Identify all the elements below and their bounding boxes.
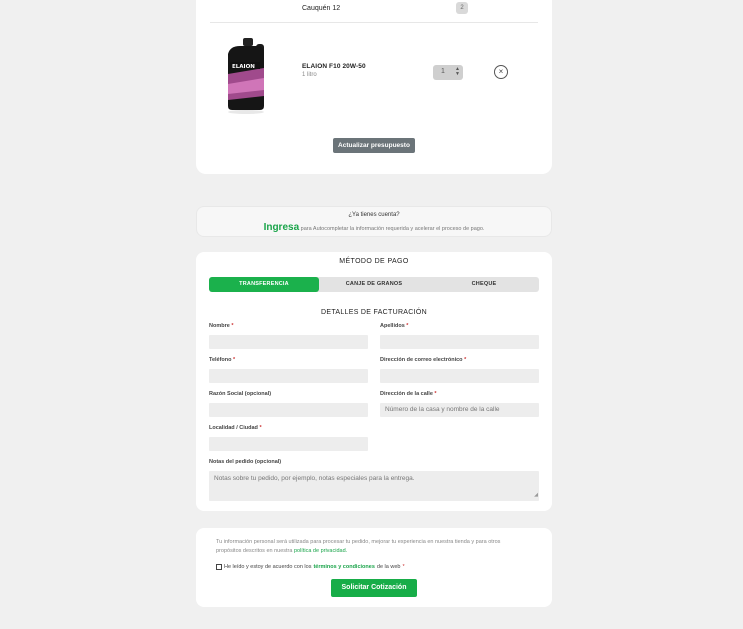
submit-quote-button[interactable]: Solicitar Cotización: [331, 579, 417, 597]
payment-tabs: TRANSFERENCIA CANJE DE GRANOS CHEQUE: [209, 277, 539, 292]
tab-canje-de-granos[interactable]: CANJE DE GRANOS: [319, 277, 429, 292]
quantity-stepper[interactable]: 1 ▲ ▼: [433, 65, 463, 80]
telefono-label: Teléfono *: [209, 357, 236, 363]
razon-social-field[interactable]: [209, 403, 368, 417]
email-label: Dirección de correo electrónico *: [380, 357, 467, 363]
notas-label: Notas del pedido (opcional): [209, 459, 282, 465]
billing-title: DETALLES DE FACTURACIÓN: [321, 309, 427, 316]
login-question: ¿Ya tienes cuenta?: [348, 212, 400, 218]
submit-card: Tu información personal será utilizada p…: [196, 528, 552, 607]
update-cart-button[interactable]: Actualizar presupuesto: [333, 138, 415, 153]
apellidos-label: Apellidos *: [380, 323, 409, 329]
terms-prefix: He leído y estoy de acuerdo con los: [224, 564, 312, 570]
razon-social-label: Razón Social (opcional): [209, 391, 272, 397]
product-size: 1 litro: [302, 72, 317, 78]
cart-item-name: Cauquén 12: [302, 5, 341, 12]
login-link[interactable]: Ingresa: [264, 222, 300, 233]
product-name[interactable]: ELAION F10 20W-50: [302, 63, 366, 70]
localidad-label: Localidad / Ciudad *: [209, 425, 262, 431]
nombre-field[interactable]: [209, 335, 368, 349]
quantity-stepper[interactable]: 2: [456, 2, 468, 14]
direccion-field[interactable]: Número de la casa y nombre de la calle: [380, 403, 539, 417]
tab-transferencia[interactable]: TRANSFERENCIA: [209, 277, 319, 292]
cart-card: Cauquén 12 2 ELAION ELAION F10 20W-50 1 …: [196, 0, 552, 174]
privacy-policy-link[interactable]: política de privacidad.: [294, 548, 347, 554]
payment-method-title: MÉTODO DE PAGO: [339, 258, 409, 265]
apellidos-field[interactable]: [380, 335, 539, 349]
oil-bottle-icon: ELAION: [214, 34, 274, 116]
terms-link[interactable]: términos y condiciones: [313, 564, 374, 570]
remove-item-button[interactable]: ×: [494, 65, 508, 79]
localidad-field[interactable]: [209, 437, 368, 451]
privacy-notice: Tu información personal será utilizada p…: [216, 538, 524, 556]
login-description: para Autocompletar la información requer…: [300, 226, 485, 232]
stepper-arrows-icon[interactable]: ▲ ▼: [455, 67, 460, 77]
login-line: Ingresa para Autocompletar la informació…: [197, 222, 551, 233]
resize-grip-icon[interactable]: ◢: [534, 491, 538, 500]
quantity-value: 1: [441, 68, 445, 75]
close-icon: ×: [498, 67, 504, 76]
cart-row-previous: Cauquén 12 2: [210, 0, 538, 23]
tab-cheque[interactable]: CHEQUE: [429, 277, 539, 292]
payment-card: MÉTODO DE PAGO TRANSFERENCIA CANJE DE GR…: [196, 252, 552, 511]
required-mark: *: [402, 564, 405, 570]
notas-placeholder: Notas sobre tu pedido, por ejemplo, nota…: [214, 475, 415, 482]
terms-suffix: de la web: [376, 564, 401, 570]
login-card: ¿Ya tienes cuenta? Ingresa para Autocomp…: [196, 206, 552, 237]
terms-checkbox[interactable]: [216, 564, 222, 570]
notas-field[interactable]: Notas sobre tu pedido, por ejemplo, nota…: [209, 471, 539, 501]
privacy-text: Tu información personal será utilizada p…: [216, 539, 501, 554]
telefono-field[interactable]: [209, 369, 368, 383]
direccion-label: Dirección de la calle *: [380, 391, 437, 397]
email-field[interactable]: [380, 369, 539, 383]
terms-row: He leído y estoy de acuerdo con los térm…: [216, 564, 405, 570]
svg-text:ELAION: ELAION: [232, 64, 255, 70]
nombre-label: Nombre *: [209, 323, 234, 329]
